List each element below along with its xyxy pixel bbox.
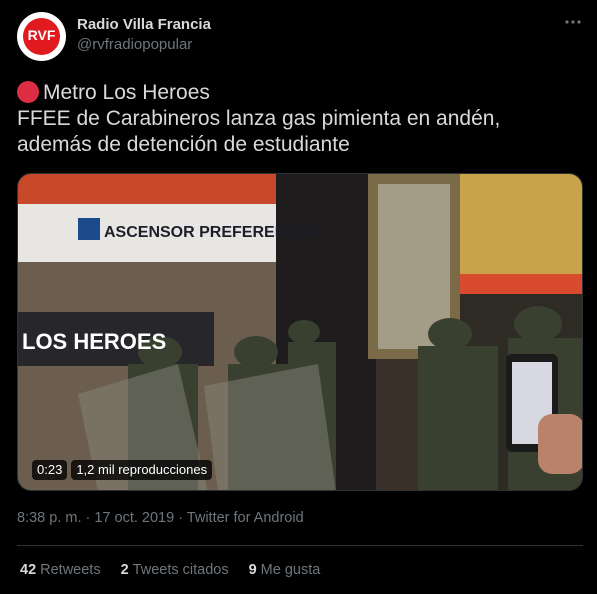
avatar[interactable]: RVF	[17, 12, 66, 61]
video-views: 1,2 mil reproducciones	[71, 460, 213, 480]
ellipsis-icon[interactable]	[563, 12, 583, 32]
video-frame: ASCENSOR PREFERENCIAL LOS HEROES	[18, 174, 582, 490]
sign-station: LOS HEROES	[22, 329, 166, 354]
likes-label: Me gusta	[260, 562, 321, 578]
account-handle[interactable]: @rvfradiopopular	[77, 36, 192, 53]
tweet-text: Metro Los Heroes FFEE de Carabineros lan…	[17, 80, 583, 158]
tweet-header: RVF Radio Villa Francia @rvfradiopopular	[17, 12, 583, 62]
tweet-timestamp[interactable]: 8:38 p. m. · 17 oct. 2019 · Twitter for …	[17, 510, 304, 526]
tweet-title: Metro Los Heroes	[43, 81, 210, 104]
account-name[interactable]: Radio Villa Francia	[77, 16, 211, 33]
tweet-line-1: Metro Los Heroes	[17, 80, 583, 106]
quotes-label: Tweets citados	[132, 562, 229, 578]
likes-count: 9	[248, 562, 257, 578]
likes-stat[interactable]: 9 Me gusta	[249, 562, 321, 578]
avatar-logo-text: RVF	[27, 27, 56, 43]
tweet-stats: 42 Retweets 2 Tweets citados 9 Me gusta	[20, 562, 320, 578]
video-player[interactable]: ASCENSOR PREFERENCIAL LOS HEROES 0:23 1,…	[17, 173, 583, 491]
video-badges: 0:23 1,2 mil reproducciones	[32, 460, 213, 480]
video-duration: 0:23	[32, 460, 68, 480]
tweet-line-3: además de detención de estudiante	[17, 133, 350, 156]
tweet-line-2: FFEE de Carabineros lanza gas pimienta e…	[17, 107, 501, 130]
divider	[17, 545, 583, 546]
retweets-label: Retweets	[40, 562, 101, 578]
quotes-count: 2	[120, 562, 129, 578]
retweets-count: 42	[20, 562, 37, 578]
retweets-stat[interactable]: 42 Retweets	[20, 562, 101, 578]
red-circle-icon	[17, 81, 39, 103]
quotes-stat[interactable]: 2 Tweets citados	[121, 562, 229, 578]
sign-ascensor: ASCENSOR PREFERENCIAL	[104, 224, 324, 241]
